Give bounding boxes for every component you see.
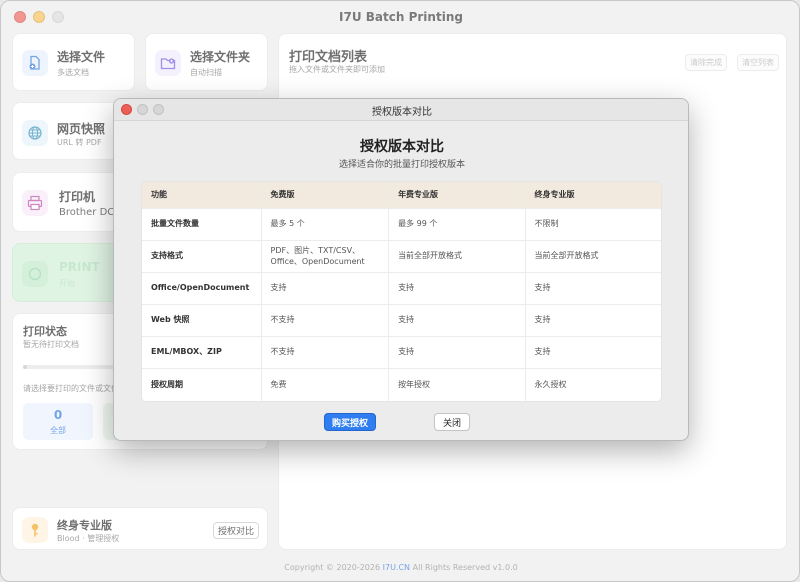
- table-cell: 不支持: [262, 337, 390, 368]
- table-cell: 最多 5 个: [262, 209, 390, 240]
- close-dialog-button[interactable]: 关闭: [434, 413, 471, 431]
- table-cell: 永久授权: [534, 379, 567, 389]
- table-cell: PDF、图片、TXT/CSV、Office、OpenDocument: [262, 241, 390, 272]
- table-header-cell: 免费版: [262, 182, 390, 208]
- table-cell: 授权周期: [142, 369, 262, 401]
- dialog-heading: 授权版本对比: [360, 139, 444, 155]
- dialog-window-title: 授权版本对比: [372, 107, 432, 118]
- table-header-cell: 终身专业版: [534, 189, 575, 199]
- table-cell: Web 快照: [142, 305, 262, 336]
- dialog-title-bar: 授权版本对比: [114, 99, 688, 121]
- license-compare-table: 功能 免费版 年费专业版 终身专业版 批量文件数量 最多 5 个 最多 99 个…: [141, 181, 662, 402]
- table-cell: 支持: [389, 273, 526, 304]
- table-row: 支持格式 PDF、图片、TXT/CSV、Office、OpenDocument …: [142, 241, 661, 273]
- buy-license-button[interactable]: 购买授权: [324, 413, 377, 431]
- table-cell: 当前全部开放格式: [534, 251, 599, 261]
- table-row: 授权周期 免费 按年授权 永久授权: [142, 369, 661, 401]
- table-cell: 支持: [389, 337, 526, 368]
- table-cell: 按年授权: [389, 369, 526, 401]
- table-cell: 不支持: [262, 305, 390, 336]
- table-cell: 支持: [534, 283, 551, 293]
- table-cell: 支持格式: [142, 241, 262, 272]
- table-cell: EML/MBOX、ZIP: [142, 337, 262, 368]
- table-cell: 支持: [534, 347, 551, 357]
- table-cell: 免费: [262, 369, 390, 401]
- dialog-subheading: 选择适合你的批量打印授权版本: [338, 160, 465, 170]
- table-cell: 批量文件数量: [142, 209, 262, 240]
- table-cell: Office/OpenDocument: [142, 273, 262, 304]
- table-cell: 当前全部开放格式: [389, 241, 526, 272]
- table-row: Web 快照 不支持 支持 支持: [142, 305, 661, 337]
- table-header-row: 功能 免费版 年费专业版 终身专业版: [142, 182, 661, 209]
- app-window: I7U Batch Printing 选择文件 多选文档 选择文件夹 自动扫描 …: [0, 0, 800, 582]
- table-cell: 不限制: [534, 219, 559, 229]
- table-row: Office/OpenDocument 支持 支持 支持: [142, 273, 661, 305]
- table-cell: 支持: [389, 305, 526, 336]
- table-row: EML/MBOX、ZIP 不支持 支持 支持: [142, 337, 661, 369]
- table-cell: 支持: [262, 273, 390, 304]
- table-cell: 支持: [534, 315, 551, 325]
- license-compare-dialog: 授权版本对比 授权版本对比 选择适合你的批量打印授权版本 功能 免费版 年费专业…: [113, 98, 689, 441]
- table-header-cell: 功能: [142, 182, 262, 208]
- table-cell: 最多 99 个: [389, 209, 526, 240]
- table-row: 批量文件数量 最多 5 个 最多 99 个 不限制: [142, 209, 661, 241]
- table-header-cell: 年费专业版: [389, 182, 526, 208]
